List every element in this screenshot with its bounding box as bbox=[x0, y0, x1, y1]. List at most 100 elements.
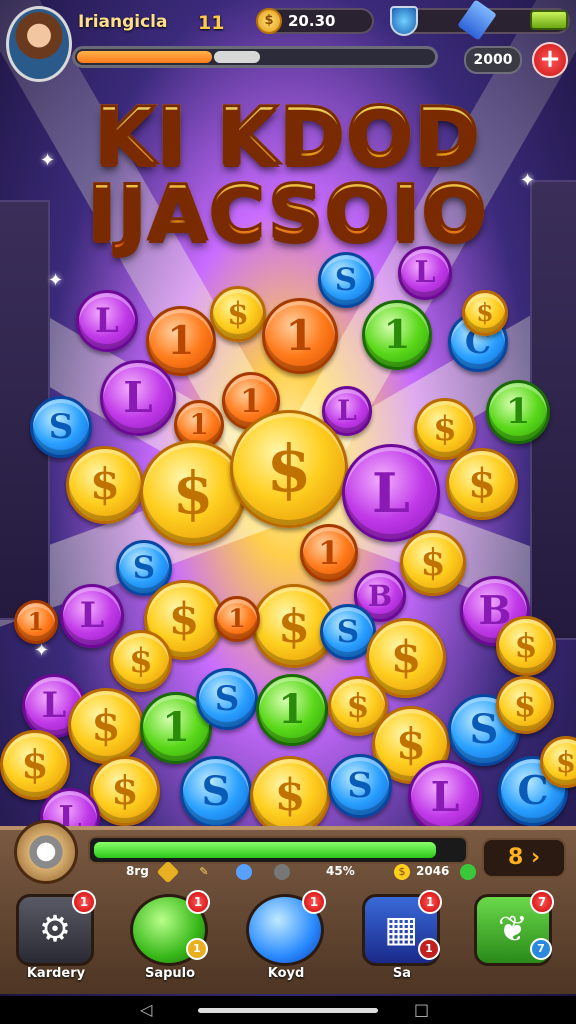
coin-symbol: L bbox=[372, 461, 410, 525]
coin-icon: $ bbox=[394, 864, 410, 880]
coin-symbol: S bbox=[347, 765, 373, 806]
coin-blue[interactable]: S bbox=[318, 252, 374, 308]
coin-gold[interactable]: $ bbox=[66, 446, 144, 524]
coin-orange[interactable]: 1 bbox=[14, 600, 58, 644]
coin-symbol: $ bbox=[513, 686, 537, 724]
stat-mid: 45% bbox=[326, 864, 355, 878]
coin-symbol: S bbox=[334, 262, 358, 298]
gem-balance: 2000 bbox=[464, 46, 522, 74]
action-button-kardery[interactable]: ⚙ 1 Kardery bbox=[14, 890, 98, 981]
top-hud: Iriangicla 11 $ 20.30 2000 + bbox=[0, 0, 576, 84]
coin-symbol: $ bbox=[514, 626, 538, 665]
coin-gold[interactable]: $ bbox=[446, 448, 518, 520]
action-button-boost[interactable]: ❦ 7 7 bbox=[472, 890, 556, 972]
coin-symbol: $ bbox=[227, 296, 249, 332]
coin-blue[interactable]: S bbox=[196, 668, 258, 730]
gold-gem-icon bbox=[156, 860, 180, 884]
coin-symbol: $ bbox=[555, 745, 576, 779]
player-level: 11 bbox=[198, 12, 225, 34]
coin-green[interactable]: 1 bbox=[486, 380, 550, 444]
coin-purple[interactable]: L bbox=[100, 360, 176, 436]
add-currency-button[interactable]: + bbox=[532, 42, 568, 78]
coin-symbol: $ bbox=[91, 701, 121, 750]
coin-purple[interactable]: L bbox=[342, 444, 440, 542]
notification-badge: 1 bbox=[418, 890, 442, 914]
energy-battery-icon bbox=[530, 10, 568, 30]
stat-right: 2046 bbox=[416, 864, 450, 878]
coin-symbol: 1 bbox=[228, 604, 246, 633]
stat-left: 8rg bbox=[126, 864, 149, 878]
coin-symbol: $ bbox=[111, 768, 139, 814]
sparkle: ✦ bbox=[48, 270, 64, 291]
xp-bar bbox=[72, 46, 438, 68]
player-name: Iriangicla bbox=[78, 12, 168, 32]
green-gem-icon bbox=[460, 864, 476, 880]
coin-green[interactable]: 1 bbox=[256, 674, 328, 746]
coin-orange[interactable]: 1 bbox=[300, 524, 358, 582]
back-nav-icon[interactable]: ◁ bbox=[140, 1000, 152, 1019]
coin-symbol: L bbox=[95, 301, 119, 341]
player-avatar[interactable] bbox=[6, 6, 72, 82]
coin-purple[interactable]: L bbox=[408, 760, 482, 834]
action-button-koyd[interactable]: 1 Koyd bbox=[244, 890, 328, 981]
notification-badge: 1 bbox=[186, 890, 210, 914]
coin-gold[interactable]: $ bbox=[68, 688, 144, 764]
game-title-line2: IJACSOIO bbox=[0, 167, 576, 259]
stats-row: 8rg ✎ 45% $ 2046 bbox=[86, 860, 478, 884]
action-button-label: Sapulo bbox=[144, 966, 196, 981]
coin-green[interactable]: 1 bbox=[362, 300, 432, 370]
coin-symbol: $ bbox=[21, 742, 49, 788]
coin-balance[interactable]: $ 20.30 bbox=[256, 8, 374, 34]
xp-fill bbox=[77, 51, 212, 63]
sub-badge: 7 bbox=[530, 938, 552, 960]
coin-symbol: S bbox=[48, 407, 74, 447]
sub-badge: 1 bbox=[186, 938, 208, 960]
coin-gold[interactable]: $ bbox=[496, 676, 554, 734]
coin-symbol: 1 bbox=[278, 686, 306, 733]
action-button-sa[interactable]: ▦ 1 1 Sa bbox=[360, 890, 444, 981]
bomb-icon bbox=[274, 864, 290, 880]
action-button-sapulo[interactable]: 1 1 Sapulo bbox=[128, 890, 212, 981]
coin-gold[interactable]: $ bbox=[496, 616, 556, 676]
level-progress-bar bbox=[88, 836, 468, 864]
settings-gear-icon[interactable]: ⚙ bbox=[14, 820, 78, 884]
home-nav-bar[interactable] bbox=[198, 1008, 378, 1013]
coin-symbol: L bbox=[123, 373, 153, 422]
coin-symbol: 1 bbox=[505, 391, 531, 432]
coin-gold[interactable]: $ bbox=[90, 756, 160, 826]
coin-gold[interactable]: $ bbox=[540, 736, 576, 788]
game-stage[interactable]: ✦ ✦ ✦ ✦ ✦ ✦ L1$1SL1C$SL11L$1$$$L$SL$$1B$… bbox=[0, 0, 576, 1024]
coin-blue[interactable]: S bbox=[180, 756, 252, 828]
coin-gold[interactable]: $ bbox=[250, 756, 330, 836]
coin-symbol: S bbox=[214, 679, 240, 719]
coin-icon: $ bbox=[256, 8, 282, 34]
notification-badge: 1 bbox=[72, 890, 96, 914]
coin-orange[interactable]: 1 bbox=[214, 596, 260, 642]
coin-purple[interactable]: L bbox=[76, 290, 138, 352]
recents-nav-icon[interactable]: □ bbox=[414, 1000, 429, 1019]
coin-symbol: $ bbox=[420, 542, 446, 584]
coin-symbol: S bbox=[336, 614, 360, 650]
coin-symbol: 1 bbox=[285, 311, 315, 360]
sub-badge: 1 bbox=[418, 938, 440, 960]
multiplier-button[interactable]: 8 › bbox=[482, 838, 566, 878]
coin-gold[interactable]: $ bbox=[210, 286, 266, 342]
coin-gold[interactable]: $ bbox=[110, 630, 172, 692]
coin-orange[interactable]: 1 bbox=[262, 298, 338, 374]
action-button-label: Sa bbox=[392, 966, 412, 981]
coin-symbol: L bbox=[430, 773, 460, 821]
notification-badge: 1 bbox=[302, 890, 326, 914]
coin-blue[interactable]: S bbox=[328, 754, 392, 818]
coin-symbol: $ bbox=[129, 641, 153, 681]
coin-gold[interactable]: $ bbox=[140, 440, 246, 546]
multiplier-value: 8 bbox=[507, 845, 524, 870]
coin-gold[interactable]: $ bbox=[400, 530, 466, 596]
coin-gold[interactable]: $ bbox=[230, 410, 348, 528]
xp-remaining bbox=[214, 51, 260, 63]
notification-badge: 7 bbox=[530, 890, 554, 914]
system-nav-bar: ◁ □ bbox=[0, 996, 576, 1024]
coin-symbol: $ bbox=[266, 431, 312, 507]
gem-icon bbox=[457, 0, 497, 41]
shield-icon bbox=[390, 6, 418, 36]
coin-gold[interactable]: $ bbox=[462, 290, 508, 336]
